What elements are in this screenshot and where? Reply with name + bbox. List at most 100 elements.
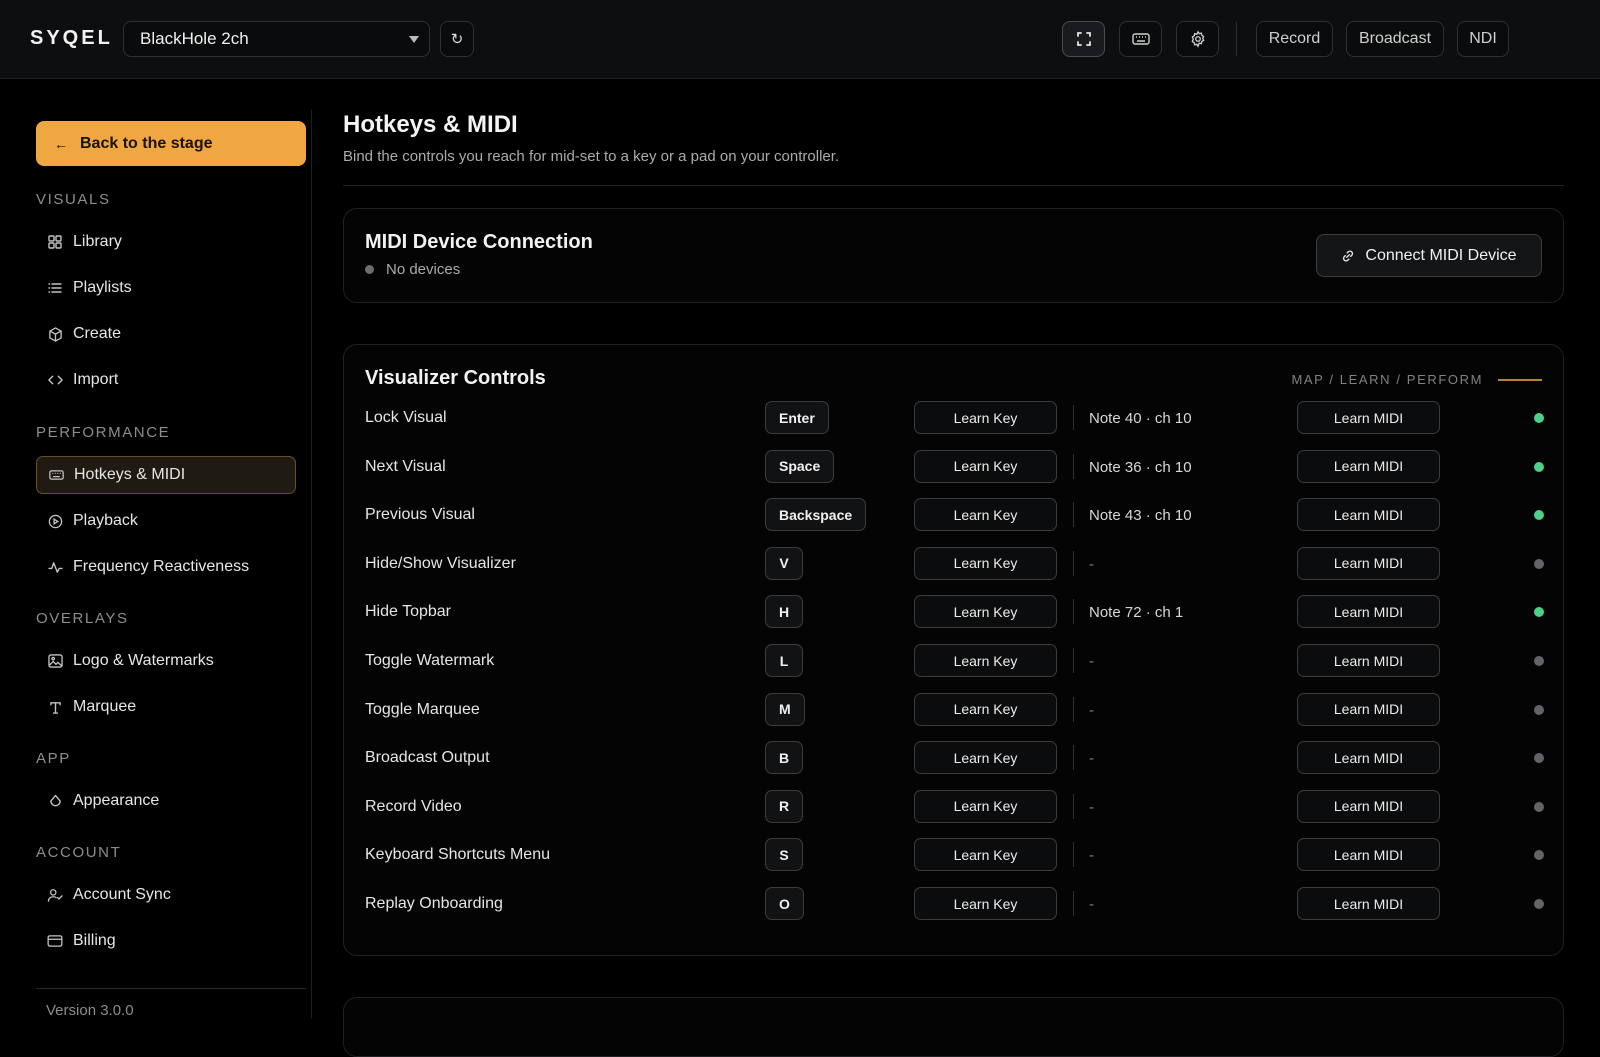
back-to-stage-label: Back to the stage [80,134,213,152]
back-to-stage-button[interactable]: ← Back to the stage [36,121,306,166]
midi-mapping: - [1089,896,1094,913]
table-row: Hide Topbar H Learn Key Note 72 · ch 1 Learn… [344,589,1565,637]
learn-key-button[interactable]: Learn Key [914,692,1057,726]
control-label: Broadcast Output [365,749,490,767]
learn-key-button[interactable]: Learn Key [914,644,1057,677]
sidebar-footer-divider [36,988,306,989]
table-row: Replay Onboarding O Learn Key - Learn MIDI [344,881,1565,929]
keyboard-shortcuts-button[interactable] [1119,21,1162,57]
sidebar-item-label: Account Sync [73,886,171,903]
sidebar-item-account-sync[interactable]: Account Sync [36,876,296,914]
table-row: Lock Visual Enter Learn Key Note 40 · ch 10… [344,395,1565,443]
table-row: Keyboard Shortcuts Menu S Learn Key - Learn … [344,832,1565,880]
sidebar-item-frequency-reactiveness[interactable]: Frequency Reactiveness [36,548,296,586]
midi-device-card: MIDI Device Connection No devices Connec… [343,208,1564,303]
sidebar-item-label: Billing [73,932,116,949]
learn-key-button[interactable]: Learn Key [914,449,1057,483]
gear-icon [1191,30,1204,48]
connect-midi-label: Connect MIDI Device [1365,246,1517,264]
section-label-app: APP [36,750,71,767]
visualizer-controls-card: Visualizer Controls MAP / LEARN / PERFOR… [343,344,1564,956]
learn-key-button[interactable]: Learn Key [914,887,1057,920]
learn-midi-button[interactable]: Learn MIDI [1297,644,1440,677]
status-dot [365,265,374,274]
mapping-status-dot [1534,801,1544,812]
hotkey-badge: M [765,692,805,726]
learn-key-button[interactable]: Learn Key [914,741,1057,775]
sidebar-item-appearance[interactable]: Appearance [36,782,296,820]
learn-midi-button[interactable]: Learn MIDI [1297,546,1440,580]
table-row: Toggle Watermark L Learn Key - Learn MIDI [344,638,1565,686]
controls-card-title: Visualizer Controls [365,367,546,389]
learn-midi-button[interactable]: Learn MIDI [1297,498,1440,532]
table-row: Broadcast Output B Learn Key - Learn MIDI [344,735,1565,783]
hotkey-badge: Enter [765,401,829,434]
learn-key-button[interactable]: Learn Key [914,595,1057,629]
sidebar-item-import[interactable]: Import [36,361,296,399]
sidebar-item-library[interactable]: Library [36,223,296,261]
fullscreen-button[interactable] [1062,21,1105,57]
learn-midi-button[interactable]: Learn MIDI [1297,595,1440,629]
section-label-account: ACCOUNT [36,844,122,861]
record-button[interactable]: Record [1256,21,1333,57]
sidebar-item-logo-watermarks[interactable]: Logo & Watermarks [36,642,296,680]
audio-device-select[interactable]: BlackHole 2ch [123,21,430,57]
learn-midi-button[interactable]: Learn MIDI [1297,789,1440,823]
column-divider [1073,599,1074,625]
keyboard-icon [1131,33,1150,45]
column-divider [1073,696,1074,722]
learn-midi-button[interactable]: Learn MIDI [1297,741,1440,775]
sidebar-item-hotkeys-midi[interactable]: Hotkeys & MIDI [36,456,296,494]
learn-key-button[interactable]: Learn Key [914,546,1057,580]
play-circle-icon [47,513,63,529]
control-label: Toggle Watermark [365,652,495,669]
connect-midi-button[interactable]: Connect MIDI Device [1316,234,1542,277]
broadcast-button[interactable]: Broadcast [1346,21,1444,57]
sidebar-item-playback[interactable]: Playback [36,502,296,540]
learn-midi-button[interactable]: Learn MIDI [1297,692,1440,726]
learn-midi-button[interactable]: Learn MIDI [1297,401,1440,434]
midi-mapping: Note 43 · ch 10 [1089,507,1192,525]
sidebar-item-label: Marquee [73,698,137,715]
image-icon [47,653,63,669]
control-label: Record Video [365,797,462,815]
learn-key-button[interactable]: Learn Key [914,789,1057,823]
brand-logo: SYQEL [30,27,113,49]
section-label-visuals: VISUALS [36,191,111,208]
topbar-divider [1236,22,1237,56]
refresh-devices-button[interactable]: ↻ [440,21,474,57]
control-label: Keyboard Shortcuts Menu [365,846,550,864]
page-title: Hotkeys & MIDI [343,111,518,138]
sidebar-item-playlists[interactable]: Playlists [36,269,296,307]
learn-key-button[interactable]: Learn Key [914,401,1057,434]
sidebar-item-marquee[interactable]: Marquee [36,688,296,726]
learn-key-button[interactable]: Learn Key [914,838,1057,872]
learn-midi-button[interactable]: Learn MIDI [1297,838,1440,872]
sidebar-item-billing[interactable]: Billing [36,922,296,960]
mapping-status-dot [1534,753,1544,764]
mapping-status-dot [1534,461,1544,472]
table-row: Next Visual Space Learn Key Note 36 · ch 10… [344,444,1565,492]
learn-midi-button[interactable]: Learn MIDI [1297,449,1440,483]
sidebar-item-label: Import [73,371,119,388]
hotkey-badge: V [765,546,803,580]
grid-icon [47,234,63,250]
column-divider [1073,745,1074,771]
sidebar-item-label: Library [73,233,122,250]
table-row: Toggle Marquee M Learn Key - Learn MIDI [344,687,1565,735]
learn-midi-button[interactable]: Learn MIDI [1297,887,1440,920]
hotkey-badge: H [765,595,804,629]
column-divider [1073,648,1074,673]
sidebar-item-create[interactable]: Create [36,315,296,353]
learn-key-button[interactable]: Learn Key [914,498,1057,532]
table-row: Previous Visual Backspace Learn Key Note 43… [344,492,1565,540]
table-row: Record Video R Learn Key - Learn MIDI [344,784,1565,832]
midi-card-title: MIDI Device Connection [365,231,593,253]
app-version: Version 3.0.0 [46,1002,134,1019]
settings-button[interactable] [1176,21,1219,57]
hotkey-badge: B [765,741,804,775]
ndi-button[interactable]: NDI [1457,21,1509,57]
column-divider [1073,793,1074,819]
page-subtitle: Bind the controls you reach for mid-set … [343,148,840,165]
midi-mapping: - [1089,847,1094,865]
